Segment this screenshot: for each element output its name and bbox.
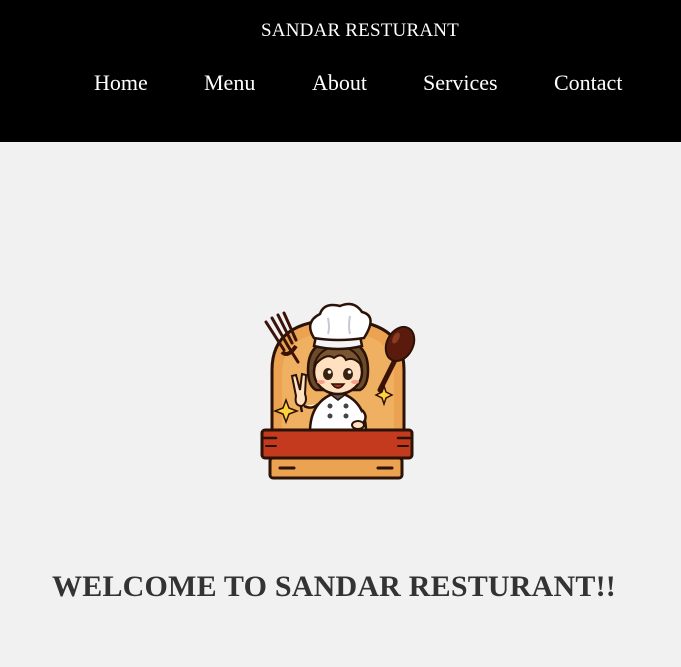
nav-about-link[interactable]: About [312, 70, 367, 96]
site-header: SANDAR RESTURANT Home Menu About Service… [0, 0, 681, 142]
site-title: SANDAR RESTURANT [261, 20, 459, 41]
nav-menu-link[interactable]: Menu [204, 70, 255, 96]
nav-home-link[interactable]: Home [94, 70, 148, 96]
main-nav: Home Menu About Services Contact [0, 70, 681, 100]
welcome-heading: WELCOME TO SANDAR RESTURANT!! [52, 570, 616, 603]
nav-contact-link[interactable]: Contact [554, 70, 622, 96]
nav-services-link[interactable]: Services [423, 70, 498, 96]
chef-mascot-logo-icon [258, 300, 418, 482]
